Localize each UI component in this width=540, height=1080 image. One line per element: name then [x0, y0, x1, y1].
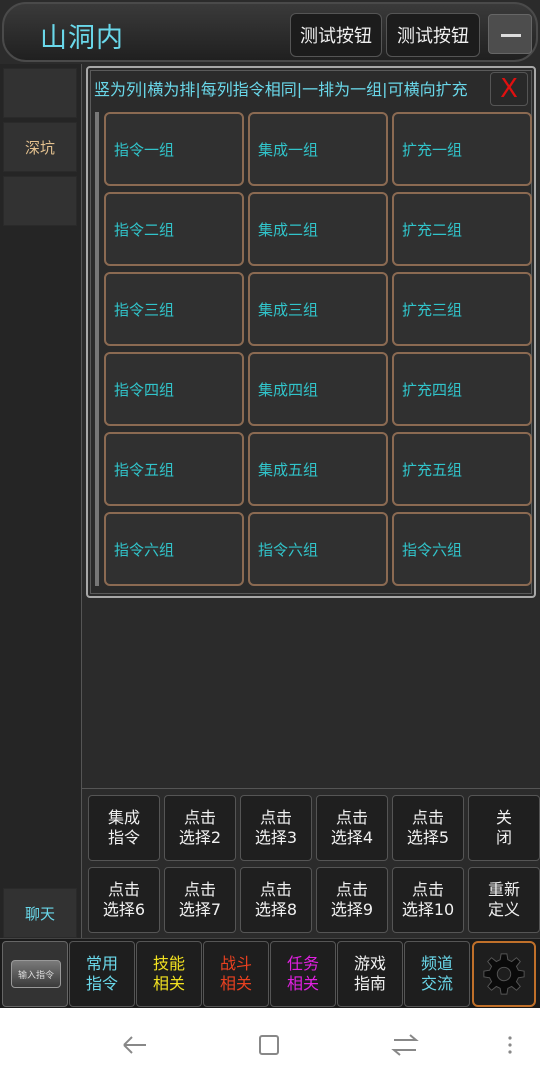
minus-icon — [501, 34, 521, 37]
chat-button[interactable]: 聊天 — [3, 888, 77, 938]
select-10-button[interactable]: 点击 选择10 — [392, 867, 464, 933]
command-button[interactable]: 集成二组 — [248, 192, 388, 266]
action-button-area: 集成 指令 点击 选择2 点击 选择3 点击 选择4 点击 选择5 关 闭 点击… — [82, 788, 540, 938]
command-button[interactable]: 指令六组 — [248, 512, 388, 586]
quests-button[interactable]: 任务 相关 — [270, 941, 336, 1007]
command-button[interactable]: 扩充四组 — [392, 352, 532, 426]
bottom-toolbar: 输入指令 常用 指令 技能 相关 战斗 相关 任务 相关 游戏 指南 频道 交流 — [0, 938, 540, 1008]
redefine-button[interactable]: 重新 定义 — [468, 867, 540, 933]
back-icon[interactable] — [118, 1028, 152, 1062]
select-8-button[interactable]: 点击 选择8 — [240, 867, 312, 933]
command-button[interactable]: 集成一组 — [248, 112, 388, 186]
command-button[interactable]: 扩充二组 — [392, 192, 532, 266]
skills-button[interactable]: 技能 相关 — [136, 941, 202, 1007]
input-command-button[interactable]: 输入指令 — [2, 941, 68, 1007]
select-9-button[interactable]: 点击 选择9 — [316, 867, 388, 933]
command-button[interactable]: 扩充一组 — [392, 112, 532, 186]
recents-icon[interactable] — [252, 1028, 286, 1062]
title-bar: 山洞内 测试按钮 测试按钮 — [2, 2, 538, 62]
command-button[interactable]: 集成三组 — [248, 272, 388, 346]
menu-icon[interactable] — [500, 1028, 520, 1062]
combat-button[interactable]: 战斗 相关 — [203, 941, 269, 1007]
system-nav-bar — [0, 1008, 540, 1080]
common-commands-button[interactable]: 常用 指令 — [69, 941, 135, 1007]
panel-scrollbar[interactable] — [95, 112, 99, 586]
page-title: 山洞内 — [40, 23, 124, 54]
command-button[interactable]: 扩充五组 — [392, 432, 532, 506]
select-2-button[interactable]: 点击 选择2 — [164, 795, 236, 861]
command-button[interactable]: 指令六组 — [392, 512, 532, 586]
sidebar-item-empty-2[interactable] — [3, 176, 77, 226]
command-button[interactable]: 集成四组 — [248, 352, 388, 426]
sidebar-item-deep-pit[interactable]: 深坑 — [3, 122, 77, 172]
channel-chat-button[interactable]: 频道 交流 — [404, 941, 470, 1007]
select-4-button[interactable]: 点击 选择4 — [316, 795, 388, 861]
command-button[interactable]: 指令三组 — [104, 272, 244, 346]
select-3-button[interactable]: 点击 选择3 — [240, 795, 312, 861]
select-5-button[interactable]: 点击 选择5 — [392, 795, 464, 861]
switch-icon[interactable] — [388, 1028, 422, 1062]
sidebar-item-empty-1[interactable] — [3, 68, 77, 118]
panel-description: 竖为列|横为排|每列指令相同|一排为一组|可横向扩充 — [94, 80, 468, 98]
test-button-2[interactable]: 测试按钮 — [386, 13, 480, 57]
command-button[interactable]: 扩充三组 — [392, 272, 532, 346]
command-button[interactable]: 指令一组 — [104, 112, 244, 186]
input-command-icon: 输入指令 — [11, 960, 61, 988]
select-7-button[interactable]: 点击 选择7 — [164, 867, 236, 933]
test-button-1[interactable]: 测试按钮 — [290, 13, 382, 57]
integrated-command-button[interactable]: 集成 指令 — [88, 795, 160, 861]
select-6-button[interactable]: 点击 选择6 — [88, 867, 160, 933]
minimize-button[interactable] — [488, 14, 532, 54]
settings-button[interactable] — [472, 941, 536, 1007]
gear-icon — [483, 953, 525, 995]
command-button[interactable]: 指令六组 — [104, 512, 244, 586]
command-grid: 指令一组 集成一组 扩充一组 指令二组 集成二组 扩充二组 指令三组 集成三组 … — [104, 112, 532, 586]
command-panel: 竖为列|横为排|每列指令相同|一排为一组|可横向扩充 X 指令一组 集成一组 扩… — [86, 66, 536, 598]
command-button[interactable]: 指令五组 — [104, 432, 244, 506]
command-button[interactable]: 指令四组 — [104, 352, 244, 426]
close-button[interactable]: 关 闭 — [468, 795, 540, 861]
sidebar: 深坑 聊天 — [0, 64, 82, 938]
panel-close-button[interactable]: X — [490, 72, 528, 106]
game-guide-button[interactable]: 游戏 指南 — [337, 941, 403, 1007]
command-button[interactable]: 指令二组 — [104, 192, 244, 266]
command-button[interactable]: 集成五组 — [248, 432, 388, 506]
